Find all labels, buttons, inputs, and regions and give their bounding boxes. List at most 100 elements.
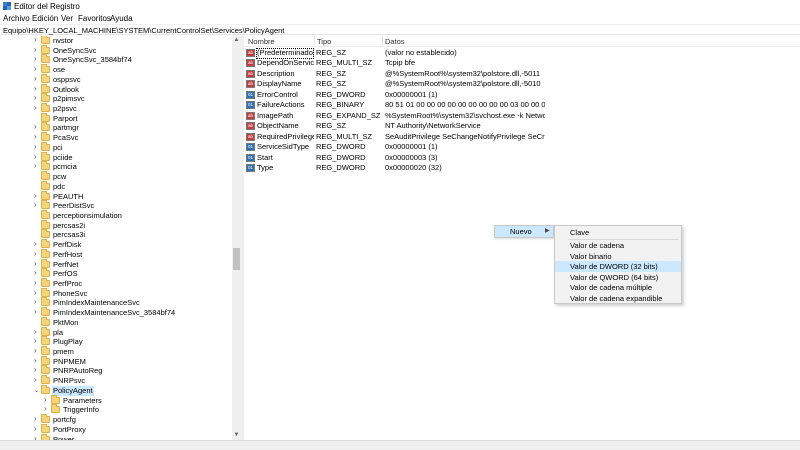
tree-item-label: Parameters xyxy=(63,395,102,405)
value-row[interactable]: ab ImagePath REG_EXPAND_SZ %SystemRoot%\sys… xyxy=(244,111,800,122)
chevron-right-icon[interactable]: › xyxy=(34,308,37,316)
chevron-right-icon[interactable]: › xyxy=(34,249,37,258)
tree-item-label: pla xyxy=(53,327,64,337)
folder-icon xyxy=(41,180,50,190)
folder-icon xyxy=(41,93,50,103)
submenu-item[interactable]: Valor de cadena xyxy=(555,240,681,251)
value-row[interactable]: ab Description REG_SZ @%SystemRoot%\system3… xyxy=(244,69,800,80)
chevron-right-icon[interactable]: › xyxy=(34,142,37,151)
scroll-down-icon[interactable]: ▼ xyxy=(232,431,241,440)
chevron-right-icon[interactable]: › xyxy=(34,84,37,93)
value-row[interactable]: 01 ServiceSidType REG_DWORD 0x00000001 (1) xyxy=(244,142,800,153)
value-row[interactable]: ab ObjectName REG_SZ NT Authority\NetworkSe… xyxy=(244,121,800,132)
menu-item-nuevo[interactable]: Nuevo ▶ xyxy=(495,226,553,237)
tree-item[interactable]: › PimIndexMaintenanceSvc_3584bf74 xyxy=(0,307,232,318)
chevron-right-icon[interactable]: › xyxy=(34,288,37,297)
chevron-right-icon[interactable]: › xyxy=(34,376,37,384)
value-data: 80 51 01 00 00 00 00 00 00 00 00 00 03 0… xyxy=(385,100,545,110)
chevron-right-icon[interactable]: › xyxy=(34,327,37,336)
tree-item[interactable]: pcw xyxy=(0,171,232,182)
chevron-right-icon[interactable]: › xyxy=(34,55,37,63)
folder-icon xyxy=(41,151,50,161)
submenu-item[interactable]: Clave xyxy=(555,227,681,238)
value-row[interactable]: ab DisplayName REG_SZ @%SystemRoot%\system3… xyxy=(244,79,800,90)
menu-favoritos[interactable]: Favoritos xyxy=(78,14,111,23)
value-row[interactable]: ab (Predeterminado) REG_SZ (valor no establ… xyxy=(244,48,800,59)
chevron-right-icon[interactable]: › xyxy=(34,366,37,374)
key-tree: › nvstor › OneSyncSvc › OneSyncSvc_3584bf74 › o… xyxy=(0,36,232,440)
chevron-down-icon[interactable]: ⌄ xyxy=(34,387,39,395)
binary-value-icon: 01 xyxy=(246,101,255,110)
menu-ver[interactable]: Ver xyxy=(61,14,73,23)
submenu-item[interactable]: Valor de QWORD (64 bits) xyxy=(555,272,681,283)
chevron-right-icon[interactable]: › xyxy=(34,415,37,423)
chevron-right-icon[interactable]: › xyxy=(34,240,37,248)
chevron-right-icon[interactable]: › xyxy=(34,337,37,345)
tree-item[interactable]: › pcmcia xyxy=(0,161,232,172)
chevron-right-icon[interactable]: › xyxy=(34,424,37,433)
tree-item[interactable]: › PNRPsvc xyxy=(0,375,232,386)
chevron-right-icon[interactable]: › xyxy=(34,94,37,102)
tree-scrollbar[interactable]: ▲ ▼ xyxy=(232,36,241,440)
chevron-right-icon[interactable]: › xyxy=(34,356,37,365)
chevron-right-icon[interactable]: › xyxy=(44,405,47,413)
scroll-up-icon[interactable]: ▲ xyxy=(232,36,241,45)
tree-item[interactable]: › Parameters xyxy=(0,394,232,406)
value-row[interactable]: 01 ErrorControl REG_DWORD 0x00000001 (1) xyxy=(244,90,800,101)
chevron-right-icon[interactable]: › xyxy=(34,45,37,54)
submenu-item[interactable]: Valor de cadena múltiple xyxy=(555,282,681,293)
chevron-right-icon[interactable]: › xyxy=(34,347,37,355)
chevron-right-icon[interactable]: › xyxy=(34,201,37,209)
menu-archivo[interactable]: Archivo xyxy=(3,14,30,23)
chevron-right-icon[interactable]: › xyxy=(34,298,37,306)
tree-pane[interactable]: › nvstor › OneSyncSvc › OneSyncSvc_3584bf74 › o… xyxy=(0,36,241,440)
chevron-right-icon[interactable]: › xyxy=(34,104,37,112)
chevron-right-icon[interactable]: › xyxy=(34,123,37,131)
tree-item[interactable]: percsas2i xyxy=(0,219,232,231)
tree-item[interactable]: ⌄ PolicyAgent xyxy=(0,384,232,396)
binary-value-icon: 01 xyxy=(246,153,255,162)
value-name: ErrorControl xyxy=(257,89,298,99)
chevron-right-icon[interactable]: › xyxy=(34,74,37,83)
chevron-right-icon[interactable]: › xyxy=(34,279,37,287)
menu-ayuda[interactable]: Ayuda xyxy=(110,14,133,23)
tree-item[interactable]: perceptionsimulation xyxy=(0,209,232,221)
value-data: %SystemRoot%\system32\svchost.exe -k Net… xyxy=(385,110,545,120)
tree-item-label: perceptionsimulation xyxy=(53,210,122,220)
scroll-thumb[interactable] xyxy=(233,248,240,270)
value-data: 0x00000003 (3) xyxy=(385,152,438,162)
chevron-right-icon[interactable]: › xyxy=(34,259,37,268)
chevron-right-icon[interactable]: › xyxy=(44,395,47,404)
chevron-right-icon[interactable]: › xyxy=(34,152,37,161)
folder-icon xyxy=(41,239,50,249)
address-bar[interactable]: Equipo\HKEY_LOCAL_MACHINE\SYSTEM\Current… xyxy=(0,24,800,35)
value-row[interactable]: 01 Start REG_DWORD 0x00000003 (3) xyxy=(244,153,800,164)
chevron-right-icon[interactable]: › xyxy=(34,162,37,170)
submenu-item[interactable]: Valor de DWORD (32 bits) xyxy=(555,261,681,272)
column-header-type[interactable]: Tipo xyxy=(317,37,331,46)
chevron-right-icon[interactable]: › xyxy=(34,191,37,200)
column-divider[interactable] xyxy=(314,36,315,46)
value-data: 0x00000020 (32) xyxy=(385,162,442,172)
tree-item[interactable]: › PeerDistSvc xyxy=(0,200,232,211)
value-row[interactable]: abRequiredPrivilege...REG_MULTI_SZ SeAudi… xyxy=(244,132,800,143)
column-divider[interactable] xyxy=(382,36,383,46)
address-path[interactable]: Equipo\HKEY_LOCAL_MACHINE\SYSTEM\Current… xyxy=(3,26,284,35)
submenu-item[interactable]: Valor de cadena expandible xyxy=(555,293,681,304)
submenu-item-label: Valor de DWORD (32 bits) xyxy=(570,262,658,271)
submenu-item[interactable]: Valor binario xyxy=(555,251,681,262)
value-row[interactable]: ab DependOnService REG_MULTI_SZ Tcpip bfe xyxy=(244,58,800,69)
value-row[interactable]: 01 FailureActions REG_BINARY 80 51 01 00 00… xyxy=(244,100,800,111)
values-pane[interactable]: Nombre Tipo Datos ab (Predeterminado) REG_… xyxy=(244,36,800,440)
column-header-name[interactable]: Nombre xyxy=(248,37,275,46)
tree-item[interactable]: › p2psvc xyxy=(0,103,232,114)
folder-icon xyxy=(51,394,60,404)
chevron-right-icon[interactable]: › xyxy=(34,133,37,141)
chevron-right-icon[interactable]: › xyxy=(34,269,37,277)
chevron-right-icon[interactable]: › xyxy=(34,36,37,44)
chevron-right-icon[interactable]: › xyxy=(34,65,37,73)
value-row[interactable]: 01 Type REG_DWORD 0x00000020 (32) xyxy=(244,163,800,174)
column-header-data[interactable]: Datos xyxy=(385,37,405,46)
value-type: REG_DWORD xyxy=(316,162,366,172)
menu-edicion[interactable]: Edición xyxy=(32,14,58,23)
